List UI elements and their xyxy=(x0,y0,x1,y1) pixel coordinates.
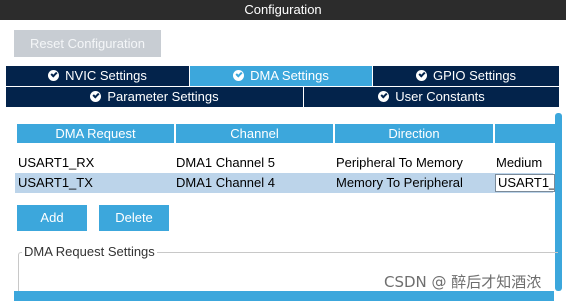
delete-button[interactable]: Delete xyxy=(99,205,169,231)
bottom-panel-bar xyxy=(14,291,554,301)
priority-select[interactable]: USART1_TX xyxy=(495,174,555,192)
check-circle-icon xyxy=(90,91,102,102)
cell-dma-request: USART1_TX xyxy=(18,175,93,190)
cell-channel: DMA1 Channel 4 xyxy=(176,175,275,190)
toolbar: Reset Configuration xyxy=(0,20,566,66)
tab-gpio-settings[interactable]: GPIO Settings xyxy=(373,66,560,86)
cell-channel: DMA1 Channel 5 xyxy=(176,155,275,170)
check-circle-icon xyxy=(233,70,245,81)
tab-dma-settings[interactable]: DMA Settings xyxy=(190,66,373,86)
watermark: CSDN @ 醉后才知酒浓 xyxy=(384,273,542,291)
add-button[interactable]: Add xyxy=(17,205,87,231)
cell-direction: Peripheral To Memory xyxy=(336,155,463,170)
tab-user-constants[interactable]: User Constants xyxy=(304,87,560,107)
check-circle-icon xyxy=(415,70,427,81)
window-title: Configuration xyxy=(0,0,566,20)
reset-configuration-button[interactable]: Reset Configuration xyxy=(14,30,161,57)
column-header-dma-request[interactable]: DMA Request xyxy=(17,124,176,143)
cell-priority: Medium xyxy=(496,155,543,170)
column-header-priority[interactable] xyxy=(495,124,555,143)
tab-nvic-settings[interactable]: NVIC Settings xyxy=(6,66,190,86)
cell-dma-request: USART1_RX xyxy=(18,155,95,170)
column-header-channel[interactable]: Channel xyxy=(176,124,335,143)
column-header-direction[interactable]: Direction xyxy=(335,124,495,143)
cell-direction: Memory To Peripheral xyxy=(336,175,463,190)
check-circle-icon xyxy=(378,91,390,102)
dma-request-settings-legend: DMA Request Settings xyxy=(22,244,157,259)
check-circle-icon xyxy=(48,70,60,81)
tab-parameter-settings[interactable]: Parameter Settings xyxy=(6,87,304,107)
